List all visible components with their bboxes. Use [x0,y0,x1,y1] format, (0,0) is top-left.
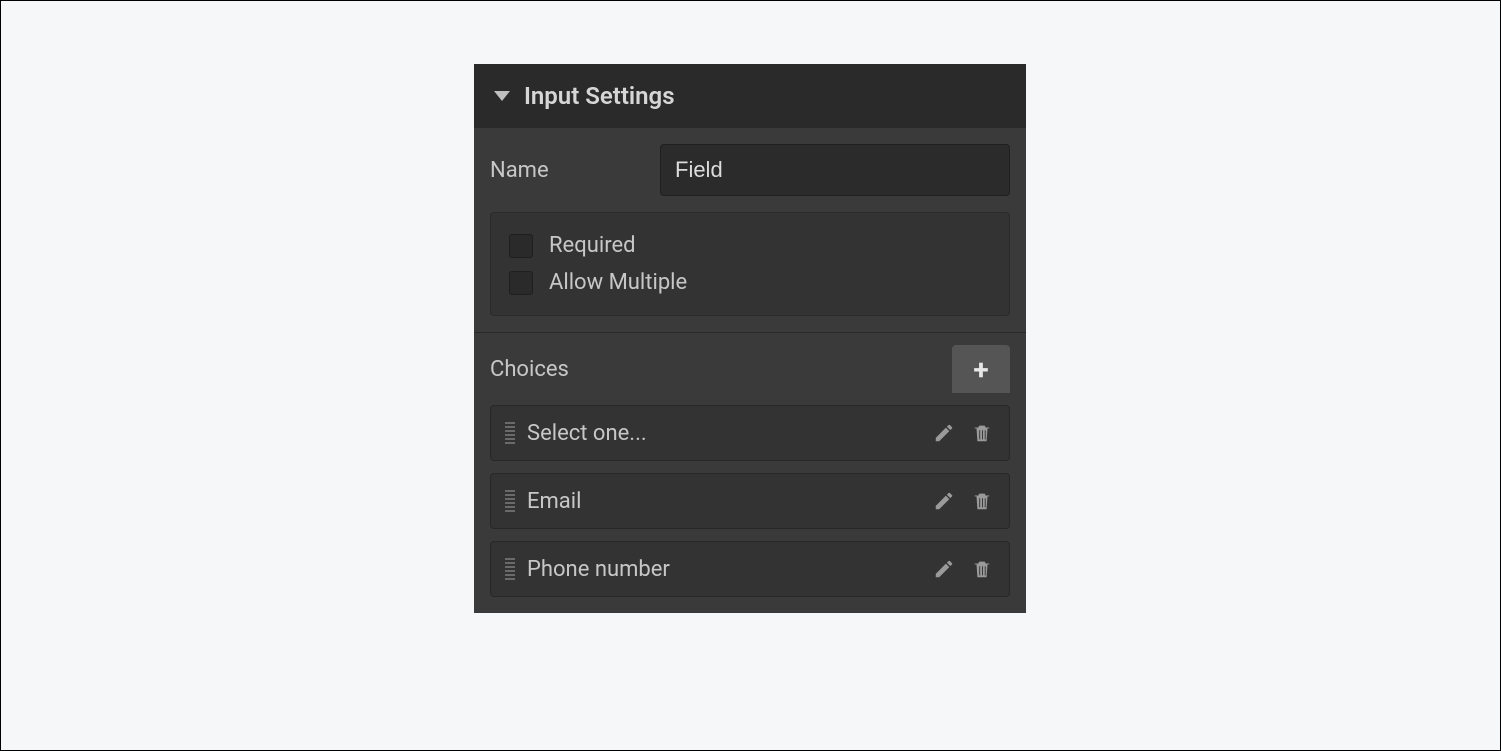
choice-label: Select one... [527,421,919,446]
trash-icon [971,490,993,512]
choices-list: Select one... Email Phone number [474,405,1026,613]
pencil-icon [933,490,955,512]
options-box: Required Allow Multiple [490,212,1010,316]
choice-label: Email [527,489,919,514]
name-row: Name [490,144,1010,196]
required-label: Required [549,233,636,258]
pencil-icon [933,558,955,580]
required-row[interactable]: Required [509,227,991,264]
input-settings-panel: Input Settings Name Required Allow Multi… [474,64,1026,613]
delete-choice-button[interactable] [969,556,995,582]
plus-icon: + [973,353,988,386]
chevron-down-icon [494,91,510,101]
choices-header: Choices + [474,333,1026,405]
choice-item[interactable]: Select one... [490,405,1010,461]
name-label: Name [490,158,640,183]
name-input[interactable] [660,144,1010,196]
name-section: Name Required Allow Multiple [474,128,1026,333]
choice-item[interactable]: Email [490,473,1010,529]
drag-handle-icon[interactable] [505,490,515,512]
allow-multiple-checkbox[interactable] [509,271,533,295]
delete-choice-button[interactable] [969,488,995,514]
pencil-icon [933,422,955,444]
choice-label: Phone number [527,557,919,582]
choices-section: Choices + Select one... Email Phone number [474,333,1026,613]
drag-handle-icon[interactable] [505,558,515,580]
trash-icon [971,422,993,444]
edit-choice-button[interactable] [931,420,957,446]
drag-handle-icon[interactable] [505,422,515,444]
allow-multiple-row[interactable]: Allow Multiple [509,264,991,301]
choices-title: Choices [490,357,569,382]
panel-title: Input Settings [524,82,675,110]
add-choice-button[interactable]: + [952,345,1010,393]
required-checkbox[interactable] [509,234,533,258]
edit-choice-button[interactable] [931,488,957,514]
delete-choice-button[interactable] [969,420,995,446]
choice-item[interactable]: Phone number [490,541,1010,597]
edit-choice-button[interactable] [931,556,957,582]
allow-multiple-label: Allow Multiple [549,270,687,295]
trash-icon [971,558,993,580]
panel-header[interactable]: Input Settings [474,64,1026,128]
